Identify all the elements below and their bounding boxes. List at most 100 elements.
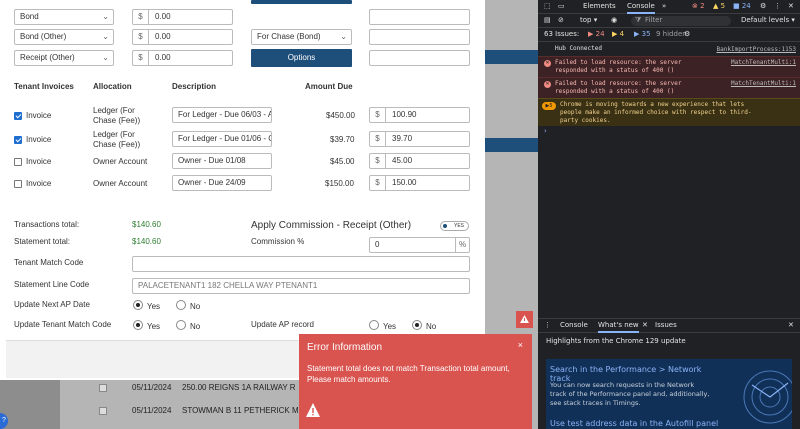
console-error: ✕ Failed to load resource: the server re…: [538, 77, 800, 98]
drawer-tab-issues[interactable]: Issues: [655, 321, 677, 329]
amount-field[interactable]: $0.00: [132, 50, 233, 66]
close-icon[interactable]: ✕: [788, 321, 794, 329]
issue-info-count[interactable]: ▶ 35: [634, 30, 651, 38]
filter-input[interactable]: ⧩ Filter: [631, 16, 731, 26]
invoice-description[interactable]: For Ledger - Due 06/03 - A: [172, 107, 272, 123]
sidebar-icon[interactable]: ▤: [544, 16, 551, 24]
type-select[interactable]: Receipt (Other) ⌄: [14, 50, 114, 66]
chevron-down-icon: ⌄: [102, 53, 109, 62]
tab-elements[interactable]: Elements: [583, 2, 616, 10]
invoice-description[interactable]: Owner - Due 24/09: [172, 175, 272, 191]
tenant-match-code-input[interactable]: [132, 256, 470, 272]
invoice-amount-field[interactable]: $45.00: [369, 153, 470, 169]
warning-toggle-button[interactable]: [516, 311, 533, 328]
warning-icon: [306, 403, 320, 417]
statement-line-code-input[interactable]: PALACETENANT1 182 CHELLA WAY PTENANT1: [132, 278, 470, 294]
warning-group-count: 5: [549, 103, 553, 109]
background-button: [485, 138, 538, 152]
no-label: No: [190, 302, 201, 311]
invoice-checkbox[interactable]: [14, 112, 22, 120]
invoice-checkbox[interactable]: [14, 158, 22, 166]
eye-icon[interactable]: ◉: [611, 16, 617, 24]
tab-console[interactable]: Console: [627, 2, 655, 14]
error-message: Statement total does not match Transacti…: [307, 364, 510, 384]
drawer-menu-icon[interactable]: ⋮: [544, 321, 551, 329]
invoice-amount-field[interactable]: $39.70: [369, 131, 470, 147]
update-tenant-match-no-radio[interactable]: [176, 320, 186, 330]
update-next-ap-yes-radio[interactable]: [133, 300, 143, 310]
currency-symbol: $: [133, 30, 149, 44]
invoice-label: Invoice: [26, 179, 52, 188]
type-select[interactable]: Bond (Other) ⌄: [14, 29, 114, 45]
invoice-label: Invoice: [26, 111, 52, 120]
gear-icon[interactable]: ⚙: [684, 30, 690, 38]
type-select[interactable]: Bond ⌄: [14, 9, 114, 25]
issue-warning-count[interactable]: ▶ 4: [612, 30, 624, 38]
currency-symbol: $: [370, 176, 386, 190]
gear-icon[interactable]: ⚙: [760, 2, 766, 10]
chevron-down-icon: ⌄: [340, 32, 347, 41]
extra-field[interactable]: [369, 50, 470, 66]
context-select[interactable]: top ▾: [580, 16, 597, 24]
no-label: No: [426, 322, 437, 331]
commission-percent-field[interactable]: 0 %: [369, 237, 470, 253]
transactions-total-value: $140.60: [132, 220, 161, 229]
device-toggle-icon[interactable]: ▭: [558, 2, 565, 10]
update-ap-record-yes-radio[interactable]: [369, 320, 379, 330]
extra-field[interactable]: [369, 9, 470, 25]
header-description: Description: [172, 82, 217, 91]
chevron-down-icon: ⌄: [102, 12, 109, 21]
drawer-tab-whats-new[interactable]: What's new: [598, 321, 639, 333]
chevron-down-icon: ⌄: [102, 32, 109, 41]
more-options-icon[interactable]: ⋮: [774, 2, 781, 10]
close-icon[interactable]: ✕: [788, 2, 794, 10]
console-message: Hub Connected BankImportProcess:1153: [538, 45, 800, 55]
invoice-checkbox[interactable]: [14, 180, 22, 188]
console-error: ✕ Failed to load resource: the server re…: [538, 56, 800, 77]
message-source-link[interactable]: MatchTenantMulti:1: [731, 80, 796, 87]
chase-select[interactable]: For Chase (Bond) ⌄: [251, 29, 352, 45]
currency-symbol: $: [133, 10, 149, 24]
message-source-link[interactable]: MatchTenantMulti:1: [731, 59, 796, 66]
error-count-icon[interactable]: ⊗ 2: [692, 2, 705, 10]
amount-value: 39.70: [392, 134, 413, 143]
console-prompt[interactable]: ›: [538, 127, 800, 137]
invoice-checkbox[interactable]: [14, 136, 22, 144]
devtools-panel: ⬚ ▭ Elements Console » ⊗ 2 ▲ 5 ■ 24 ⚙ ⋮ …: [538, 0, 800, 429]
clear-console-icon[interactable]: ⊘: [558, 16, 564, 24]
invoice-amount-field[interactable]: $150.00: [369, 175, 470, 191]
console-toolbar: ▤ ⊘ top ▾ ◉ ⧩ Filter Default levels ▾: [538, 14, 800, 28]
error-title: Error Information: [307, 342, 383, 353]
more-tabs-icon[interactable]: »: [662, 2, 666, 10]
update-tenant-match-yes-radio[interactable]: [133, 320, 143, 330]
levels-select[interactable]: Default levels ▾: [741, 16, 795, 24]
apply-commission-toggle[interactable]: YES: [440, 221, 469, 231]
issue-error-count[interactable]: ▶ 24: [588, 30, 605, 38]
close-icon[interactable]: ×: [518, 340, 523, 350]
amount-field[interactable]: $0.00: [132, 9, 233, 25]
invoice-description[interactable]: Owner - Due 01/08: [172, 153, 272, 169]
drawer-tab-console[interactable]: Console: [560, 321, 588, 329]
warning-count-icon[interactable]: ▲ 5: [713, 2, 725, 10]
extra-field[interactable]: [369, 29, 470, 45]
inspect-icon[interactable]: ⬚: [544, 2, 551, 10]
update-ap-record-no-radio[interactable]: [412, 320, 422, 330]
card-title-2[interactable]: Use test address data in the Autofill pa…: [550, 419, 718, 428]
options-button[interactable]: Options: [251, 49, 352, 67]
console-warning: ▶5 Chrome is moving towards a new experi…: [538, 98, 800, 126]
prompt-chevron-icon: ›: [544, 127, 547, 135]
message-text: Chrome is moving towards a new experienc…: [560, 101, 752, 124]
warning-icon: [520, 315, 529, 323]
amount-field[interactable]: $0.00: [132, 29, 233, 45]
warning-group-badge[interactable]: ▶5: [542, 102, 556, 110]
message-count-icon[interactable]: ■ 24: [733, 2, 751, 10]
update-next-ap-no-radio[interactable]: [176, 300, 186, 310]
invoice-description[interactable]: For Ledger - Due 01/06 - C: [172, 131, 272, 147]
close-icon[interactable]: ✕: [642, 321, 648, 329]
invoice-amount-field[interactable]: $100.90: [369, 107, 470, 123]
message-source-link[interactable]: BankImportProcess:1153: [717, 46, 796, 53]
error-count: 2: [700, 2, 705, 10]
top-button[interactable]: [251, 0, 352, 4]
issue-count: 4: [619, 30, 625, 38]
no-label: No: [190, 322, 201, 331]
